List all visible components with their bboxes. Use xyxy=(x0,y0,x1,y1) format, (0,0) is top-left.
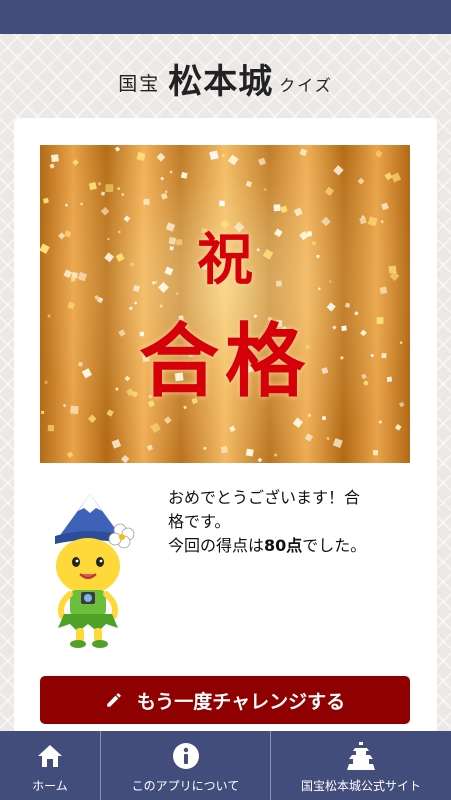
sparkle xyxy=(143,198,150,205)
score-line: 今回の得点は80点でした。 xyxy=(168,534,418,558)
sparkle xyxy=(114,146,121,152)
sparkle xyxy=(136,151,146,161)
retry-challenge-button[interactable]: もう一度チャレンジする xyxy=(40,676,410,724)
sparkle xyxy=(64,203,69,207)
score-prefix: 今回の得点は xyxy=(168,536,265,555)
sparkle xyxy=(333,165,344,176)
sparkle xyxy=(280,205,288,213)
sparkle xyxy=(381,202,389,211)
info-icon xyxy=(172,741,200,771)
bottom-tab-bar: ホーム このアプリについて 国宝松本城公式サイト xyxy=(0,731,451,800)
score-value: 80点 xyxy=(264,536,303,555)
result-line-2: 格です。 xyxy=(168,512,231,531)
sparkle xyxy=(257,457,263,463)
sparkle xyxy=(87,414,97,424)
sparkle xyxy=(117,187,121,191)
header-title: 松本城 xyxy=(168,62,274,102)
sparkle xyxy=(80,202,83,206)
sparkle xyxy=(160,176,165,181)
sparkle xyxy=(304,433,314,442)
sparkle xyxy=(163,416,172,425)
sparkle xyxy=(164,190,168,194)
sparkle xyxy=(394,424,402,431)
sparkle xyxy=(245,448,254,457)
sparkle xyxy=(263,188,267,192)
tab-official-site-label: 国宝松本城公式サイト xyxy=(300,779,421,793)
sparkle xyxy=(160,192,168,200)
sparkle xyxy=(121,192,125,197)
sparkle xyxy=(229,425,236,433)
tab-home[interactable]: ホーム xyxy=(0,731,100,800)
sparkle xyxy=(49,163,55,169)
sparkle xyxy=(121,454,130,463)
sparkle xyxy=(72,159,79,166)
sparkle xyxy=(324,186,334,196)
celebration-banner: 祝 合格 xyxy=(40,145,410,463)
sparkle xyxy=(105,184,114,193)
castle-icon xyxy=(346,741,376,771)
sparkle xyxy=(51,154,59,163)
sparkle xyxy=(220,445,229,454)
mascot-image xyxy=(55,494,135,648)
sparkle xyxy=(332,437,343,449)
tab-official-site[interactable]: 国宝松本城公式サイト xyxy=(270,731,451,800)
sparkle xyxy=(274,453,277,457)
sparkle xyxy=(203,446,207,451)
retry-button-label: もう一度チャレンジする xyxy=(136,690,346,713)
sparkle xyxy=(150,422,161,434)
tab-about-label: このアプリについて xyxy=(131,779,240,793)
sparkle xyxy=(258,157,266,166)
sparkle xyxy=(308,413,311,417)
sparkle xyxy=(47,424,55,432)
sparkle xyxy=(209,150,219,160)
sparkle xyxy=(156,152,166,162)
tab-home-label: ホーム xyxy=(32,779,68,793)
sparkle xyxy=(221,153,226,158)
sparkle xyxy=(326,436,330,441)
score-suffix: でした。 xyxy=(302,536,367,555)
header-suffix: クイズ xyxy=(279,76,333,95)
sparkle xyxy=(273,204,281,212)
sparkle xyxy=(111,439,122,449)
sparkle xyxy=(292,417,304,428)
sparkle xyxy=(227,154,239,166)
pencil-icon xyxy=(107,693,121,707)
sparkle xyxy=(299,148,308,157)
result-message: おめでとうございます！合 格です。 今回の得点は80点でした。 xyxy=(168,486,418,558)
sparkle xyxy=(169,170,173,174)
sparkle xyxy=(375,150,383,158)
header-prefix: 国宝 xyxy=(118,73,161,95)
sparkle xyxy=(245,180,253,188)
sparkle xyxy=(100,191,106,196)
sparkle xyxy=(66,451,74,458)
sparkle xyxy=(97,182,102,186)
sparkle xyxy=(357,177,365,185)
sparkle xyxy=(322,416,326,420)
sparkle xyxy=(391,172,402,183)
home-icon xyxy=(36,741,64,771)
result-line-1: おめでとうございます！合 xyxy=(168,488,361,507)
sparkle xyxy=(180,171,188,179)
sparkle xyxy=(384,172,393,181)
app-header: 国宝 松本城 クイズ xyxy=(0,56,451,102)
sparkle xyxy=(146,444,154,451)
sparkle xyxy=(378,420,382,424)
status-bar xyxy=(0,0,451,34)
banner-pass-kanji: 合格 xyxy=(139,314,311,408)
sparkle xyxy=(219,200,225,207)
banner-congrats-kanji: 祝 xyxy=(197,227,253,293)
tab-about-app[interactable]: このアプリについて xyxy=(100,731,270,800)
sparkle xyxy=(88,181,97,191)
sparkle xyxy=(372,450,379,456)
